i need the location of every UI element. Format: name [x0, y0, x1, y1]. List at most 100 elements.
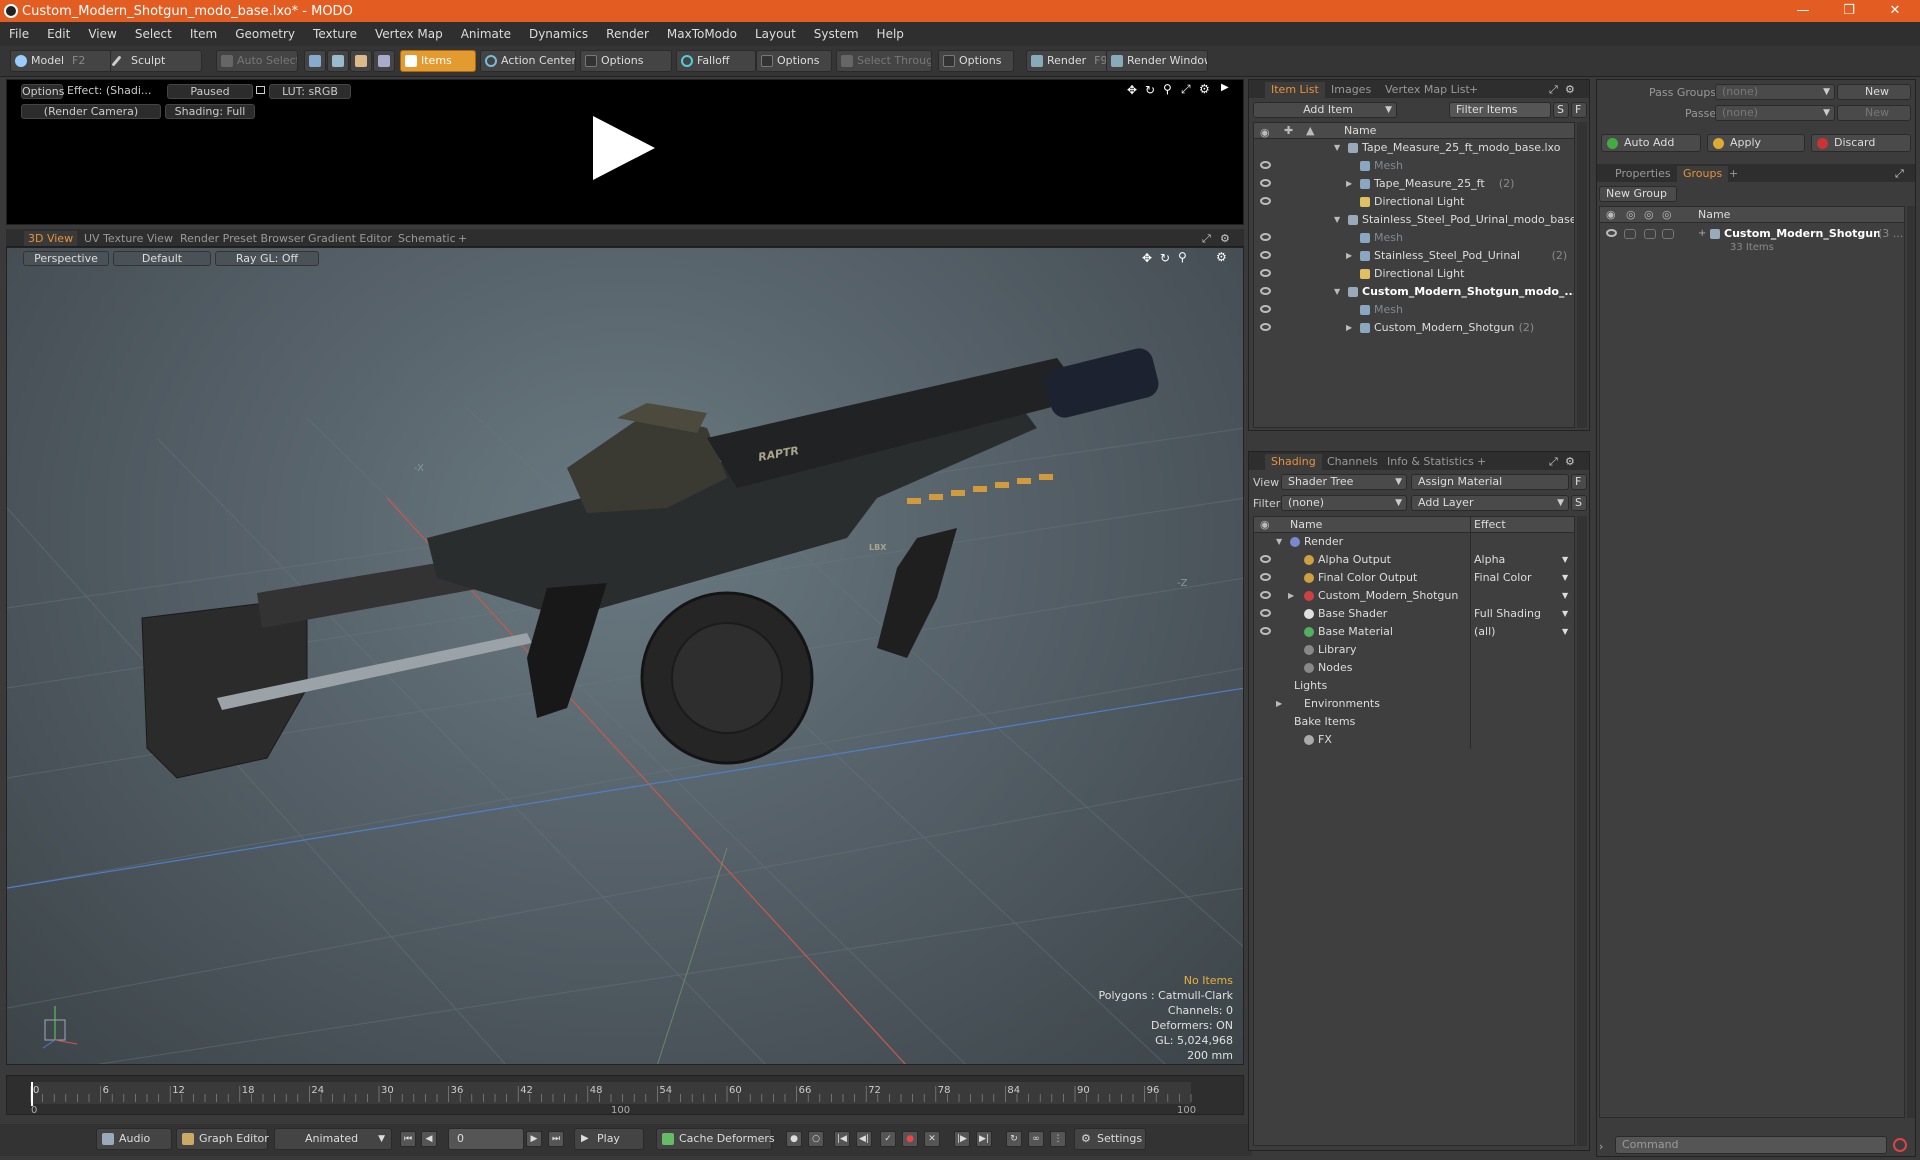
new-pass-group-button[interactable]: New [1837, 84, 1911, 100]
tab-vertex-map-list[interactable]: Vertex Map List [1379, 82, 1476, 98]
groups-list[interactable]: ◉ ◎ ◎ ◎ Name + Custom_Modern_Shotgun (3 … [1599, 206, 1905, 1118]
visibility-eye-icon[interactable] [1260, 573, 1271, 581]
command-history-icon[interactable] [1893, 1138, 1907, 1152]
shotgun-model[interactable]: RAPTR LBX [141, 345, 1161, 779]
pass-groups-dropdown[interactable]: (none) ▼ [1715, 84, 1835, 100]
menu-select[interactable]: Select [126, 27, 181, 41]
tab-info-statistics[interactable]: Info & Statistics [1381, 454, 1480, 470]
command-input[interactable]: Command [1615, 1136, 1887, 1154]
perspective-button[interactable]: Perspective [23, 251, 109, 266]
passes-dropdown[interactable]: (none) ▼ [1715, 105, 1835, 121]
material-mode-button[interactable] [373, 50, 395, 72]
action-center-button[interactable]: Action Center [480, 50, 576, 72]
shader-effect[interactable]: Final Color [1470, 569, 1572, 587]
frame-input[interactable]: 0 [448, 1128, 524, 1150]
apply-button[interactable]: Apply [1707, 134, 1805, 152]
s-toggle-button[interactable]: S [1571, 495, 1587, 511]
add-tab-icon[interactable]: + [1471, 454, 1492, 470]
shader-row[interactable]: Library [1254, 641, 1574, 659]
menu-item[interactable]: Item [181, 27, 226, 41]
visibility-eye-icon[interactable] [1260, 591, 1271, 599]
cache-deformers-button[interactable]: Cache Deformers [656, 1128, 775, 1150]
add-tab-icon[interactable]: + [454, 231, 471, 246]
expand-right-icon[interactable]: ▶ [1346, 247, 1352, 265]
gear-icon[interactable]: ⚙ [1559, 454, 1581, 470]
menu-system[interactable]: System [805, 27, 868, 41]
visibility-eye-icon[interactable] [1260, 251, 1271, 259]
loop-icon[interactable]: ↻ [1006, 1131, 1022, 1147]
model-mode-button[interactable]: Model F2 [10, 50, 112, 72]
menu-geometry[interactable]: Geometry [226, 27, 304, 41]
play-icon[interactable] [593, 116, 655, 180]
shader-row[interactable]: Base Material (all) ▼ [1254, 623, 1574, 641]
next-frame-icon[interactable]: |▶ [954, 1131, 970, 1147]
item-row[interactable]: Mesh [1254, 157, 1574, 175]
expand-down-icon[interactable]: ▼ [1334, 139, 1340, 157]
add-tab-icon[interactable]: + [1463, 82, 1484, 98]
item-row[interactable]: Mesh [1254, 301, 1574, 319]
select-toggle-icon[interactable] [1662, 229, 1674, 239]
go-end-icon[interactable]: ⏭ [548, 1131, 564, 1147]
shader-row[interactable]: Base Shader Full Shading ▼ [1254, 605, 1574, 623]
item-row[interactable]: ▶ Tape_Measure_25_ft (2) [1254, 175, 1574, 193]
play-button[interactable]: ▶ Play [574, 1128, 644, 1150]
visibility-eye-icon[interactable] [1260, 609, 1271, 617]
item-row[interactable]: ▼ Stainless_Steel_Pod_Urinal_modo_base...… [1254, 211, 1574, 229]
lock-toggle-icon[interactable] [1644, 229, 1656, 239]
raygl-button[interactable]: Ray GL: Off [215, 251, 319, 266]
visibility-eye-icon[interactable] [1260, 323, 1271, 331]
gear-icon[interactable]: ⚙ [1216, 231, 1234, 246]
tab-schematic[interactable]: Schematic [394, 231, 460, 246]
preview-paused-button[interactable]: Paused [167, 84, 253, 99]
next-key-icon[interactable]: ▶ [526, 1131, 542, 1147]
visibility-eye-icon[interactable] [1260, 627, 1271, 635]
item-list-scrollbar[interactable] [1577, 122, 1587, 428]
move-icon[interactable]: ✥ [1142, 251, 1152, 265]
shader-row[interactable]: Bake Items [1254, 713, 1574, 731]
shader-tree[interactable]: ◉ Name Effect ▼ Render Alpha Output Alpha ▼ F… [1253, 516, 1575, 1146]
falloff-options-button[interactable]: Options [756, 50, 832, 72]
preview-effect-label[interactable]: Effect: (Shadi... [67, 84, 167, 99]
shader-row[interactable]: ▼ Render [1254, 533, 1574, 551]
maximize-icon[interactable]: ⤢ [1889, 166, 1910, 182]
chevron-down-icon[interactable]: ▼ [1562, 569, 1568, 587]
zoom-icon[interactable]: ⚲ [1178, 250, 1187, 264]
expand-down-icon[interactable]: ▼ [1334, 211, 1340, 229]
shader-effect[interactable]: Full Shading [1470, 605, 1572, 623]
menu-layout[interactable]: Layout [746, 27, 805, 41]
action-center-options-button[interactable]: Options [580, 50, 672, 72]
set-key-icon[interactable]: ✓ [880, 1131, 896, 1147]
visibility-eye-icon[interactable] [1260, 161, 1271, 169]
shader-tree-scrollbar[interactable] [1577, 516, 1587, 1146]
key-icon[interactable]: ● [786, 1131, 802, 1147]
maximize-icon[interactable]: ⤢ [1181, 82, 1191, 97]
item-row[interactable]: ▶ Stainless_Steel_Pod_Urinal (2) [1254, 247, 1574, 265]
item-row[interactable]: ▶ Custom_Modern_Shotgun (2) [1254, 319, 1574, 337]
shader-effect[interactable]: Alpha [1470, 551, 1572, 569]
menu-maxtomodo[interactable]: MaxToModo [658, 27, 746, 41]
menu-view[interactable]: View [79, 27, 125, 41]
visibility-eye-icon[interactable] [1260, 179, 1271, 187]
menu-edit[interactable]: Edit [38, 27, 79, 41]
first-key-icon[interactable]: |◀ [834, 1131, 850, 1147]
polygon-mode-button[interactable] [350, 50, 372, 72]
gear-icon[interactable]: ⚙ [1559, 82, 1581, 98]
expand-right-icon[interactable]: ▶ [1276, 695, 1282, 713]
add-layer-dropdown[interactable]: Add Layer ▼ [1411, 495, 1569, 511]
timeline[interactable]: 0 6 12 18 24 30 36 42 48 54 60 66 72 78 84 90 96 0 100 100 [6, 1075, 1244, 1116]
view-dropdown[interactable]: Shader Tree ▼ [1281, 474, 1407, 490]
visibility-eye-icon[interactable] [1260, 305, 1271, 313]
sculpt-mode-button[interactable]: Sculpt [110, 50, 202, 72]
select-through-options-button[interactable]: Options [938, 50, 1014, 72]
visibility-eye-icon[interactable] [1260, 197, 1271, 205]
maximize-icon[interactable]: ⤢ [1198, 231, 1215, 246]
shader-row[interactable]: ▶ Environments [1254, 695, 1574, 713]
zoom-icon[interactable]: ⚲ [1163, 82, 1172, 96]
tab-groups[interactable]: Groups [1677, 166, 1729, 182]
add-tab-icon[interactable]: + [1723, 166, 1744, 182]
prev-frame-icon[interactable]: ◀| [856, 1131, 872, 1147]
chevron-down-icon[interactable]: ▼ [1562, 587, 1568, 605]
key-filter-icon[interactable]: ○ [808, 1131, 824, 1147]
gear-icon[interactable]: ⚙ [1199, 82, 1210, 96]
add-item-dropdown[interactable]: Add Item ▼ [1253, 102, 1397, 118]
